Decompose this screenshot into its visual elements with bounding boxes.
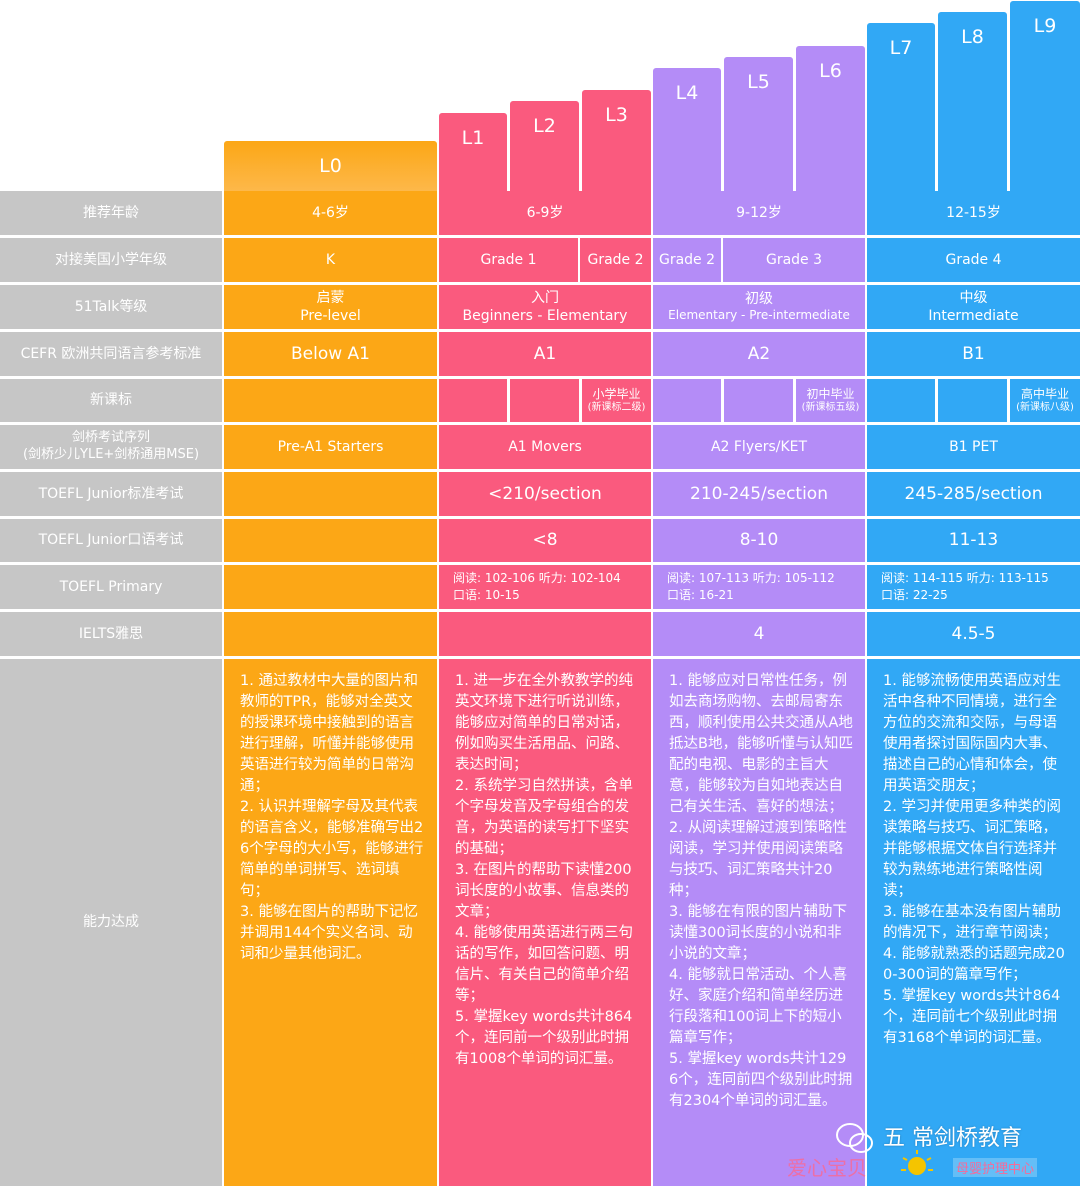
label-toefl-primary: TOEFL Primary	[0, 565, 222, 609]
toefl-primary-cell	[224, 565, 437, 609]
ielts-cell: 4.5-5	[867, 612, 1080, 656]
toefl-junior-cell: 210-245/section	[653, 472, 865, 516]
label-cambridge: 剑桥考试序列 (剑桥少儿YLE+剑桥通用MSE)	[0, 425, 222, 469]
age-cell: 4-6岁	[224, 191, 437, 235]
toefl-junior-cell: <210/section	[439, 472, 651, 516]
grade-cell: Grade 3	[723, 238, 865, 282]
level-tab-l6: L6	[796, 46, 865, 191]
toefl-primary-cell: 阅读: 102-106 听力: 102-104 口语: 10-15	[439, 565, 651, 609]
label-51talk: 51Talk等级	[0, 285, 222, 329]
talk-level-cell: 入门 Beginners - Elementary	[439, 285, 651, 329]
toefl-primary-cell: 阅读: 114-115 听力: 113-115 口语: 22-25	[867, 565, 1080, 609]
toefl-oral-cell	[224, 519, 437, 562]
talk-level-cell: 初级 Elementary - Pre-intermediate	[653, 285, 865, 329]
age-cell: 12-15岁	[867, 191, 1080, 235]
age-cell: 9-12岁	[653, 191, 865, 235]
cambridge-cell: Pre-A1 Starters	[224, 425, 437, 469]
label-ielts: IELTS雅思	[0, 612, 222, 656]
wechat-icon	[836, 1123, 873, 1153]
ability-text-l7-l9: 1. 能够流畅使用英语应对生活中各种不同情境，进行全方位的交流和交际，与母语使用…	[867, 659, 1080, 1186]
grade-cell: K	[224, 238, 437, 282]
label-toefl-junior-standard: TOEFL Junior标准考试	[0, 472, 222, 516]
watermark: 五 常剑桥教育 爱心宝贝 母婴护理中心	[787, 1118, 1075, 1182]
toefl-junior-cell	[224, 472, 437, 516]
curriculum-cell	[724, 379, 793, 422]
ability-text-l1-l3: 1. 进一步在全外教教学的纯英文环境下进行听说训练，能够应对简单的日常对话，例如…	[439, 659, 651, 1186]
level-tab-l3: L3	[582, 90, 651, 191]
talk-level-cell: 中级 Intermediate	[867, 285, 1080, 329]
grade-cell: Grade 2	[653, 238, 721, 282]
label-new-curriculum: 新课标	[0, 379, 222, 422]
cefr-cell: B1	[867, 332, 1080, 376]
cefr-cell: A2	[653, 332, 865, 376]
toefl-primary-cell: 阅读: 107-113 听力: 105-112 口语: 16-21	[653, 565, 865, 609]
curriculum-cell	[653, 379, 721, 422]
cambridge-cell: B1 PET	[867, 425, 1080, 469]
level-tab-l2: L2	[510, 101, 579, 191]
level-tab-l7: L7	[867, 23, 935, 191]
ielts-cell	[224, 612, 437, 656]
level-tab-l0: L0	[224, 141, 437, 191]
curriculum-cell	[938, 379, 1007, 422]
label-ability: 能力达成	[0, 659, 222, 1186]
cambridge-cell: A2 Flyers/KET	[653, 425, 865, 469]
cefr-cell: Below A1	[224, 332, 437, 376]
curriculum-cell: 初中毕业 (新课标五级)	[796, 379, 865, 422]
watermark-sub: 爱心宝贝	[787, 1156, 867, 1180]
level-tab-l1: L1	[439, 113, 507, 191]
curriculum-cell: 小学毕业 (新课标二级)	[582, 379, 651, 422]
toefl-junior-cell: 245-285/section	[867, 472, 1080, 516]
sun-logo-icon	[901, 1150, 933, 1175]
level-tab-l8: L8	[938, 12, 1007, 191]
curriculum-cell	[439, 379, 507, 422]
cefr-cell: A1	[439, 332, 651, 376]
label-age: 推荐年龄	[0, 191, 222, 235]
talk-level-cell: 启蒙 Pre-level	[224, 285, 437, 329]
age-cell: 6-9岁	[439, 191, 651, 235]
ability-text-l4-l6: 1. 能够应对日常性任务，例如去商场购物、去邮局寄东西，顺利使用公共交通从A地抵…	[653, 659, 865, 1186]
grade-cell: Grade 1	[439, 238, 578, 282]
toefl-oral-cell: 11-13	[867, 519, 1080, 562]
ielts-cell	[439, 612, 651, 656]
level-tab-l5: L5	[724, 57, 793, 191]
toefl-oral-cell: 8-10	[653, 519, 865, 562]
ielts-cell: 4	[653, 612, 865, 656]
label-toefl-junior-oral: TOEFL Junior口语考试	[0, 519, 222, 562]
grade-cell: Grade 4	[867, 238, 1080, 282]
level-tab-l9: L9	[1010, 1, 1080, 191]
curriculum-cell	[510, 379, 579, 422]
watermark-sub2: 母婴护理中心	[953, 1158, 1038, 1177]
cambridge-cell: A1 Movers	[439, 425, 651, 469]
grade-cell: Grade 2	[580, 238, 651, 282]
label-us-grade: 对接美国小学年级	[0, 238, 222, 282]
toefl-oral-cell: <8	[439, 519, 651, 562]
label-cefr: CEFR 欧洲共同语言参考标准	[0, 332, 222, 376]
ability-text-l0: 1. 通过教材中大量的图片和教师的TPR，能够对全英文的授课环境中接触到的语言进…	[224, 659, 437, 1186]
level-comparison-table: L0 L1 L2 L3 L4 L5 L6 L7 L8 L9 推荐年龄 对接美国小…	[0, 0, 1080, 1186]
curriculum-cell	[867, 379, 935, 422]
curriculum-cell: 高中毕业 (新课标八级)	[1010, 379, 1080, 422]
curriculum-cell	[224, 379, 437, 422]
level-tab-l4: L4	[653, 68, 721, 191]
